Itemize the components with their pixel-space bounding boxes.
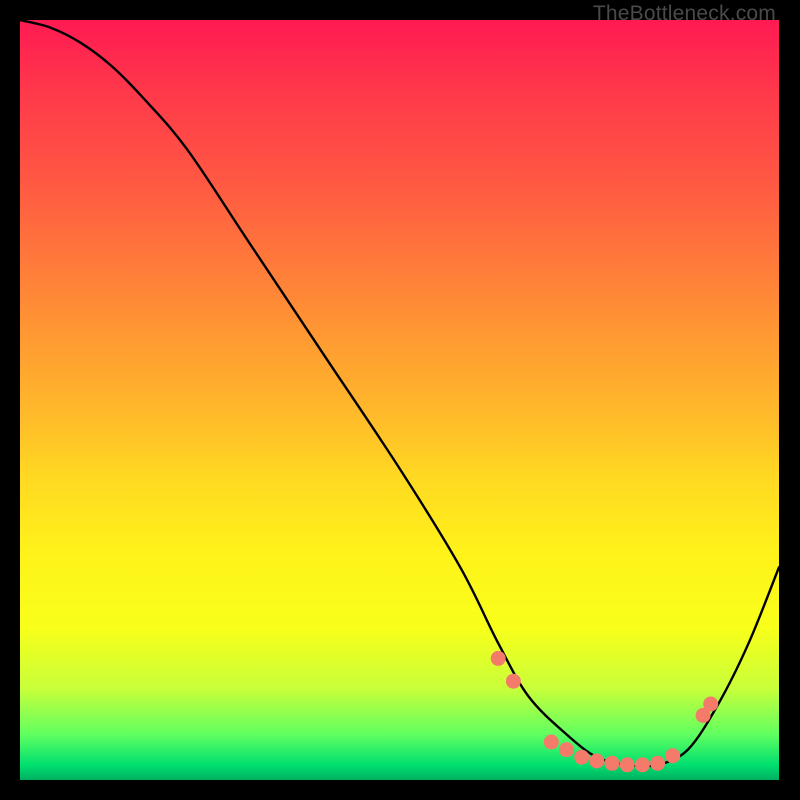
marker-dot [559,742,574,757]
marker-dot [589,754,604,769]
marker-dot [635,757,650,772]
curve-layer [20,20,779,780]
marker-dot [650,756,665,771]
marker-dot [665,748,680,763]
marker-dot [506,674,521,689]
bottleneck-curve [20,20,779,766]
marker-dot [605,756,620,771]
chart-frame: TheBottleneck.com [0,0,800,800]
marker-dot [544,735,559,750]
marker-dot [620,757,635,772]
marker-dot [491,651,506,666]
marker-dot [574,750,589,765]
marker-dot [703,697,718,712]
plot-area [20,20,779,780]
watermark-text: TheBottleneck.com [593,2,776,26]
